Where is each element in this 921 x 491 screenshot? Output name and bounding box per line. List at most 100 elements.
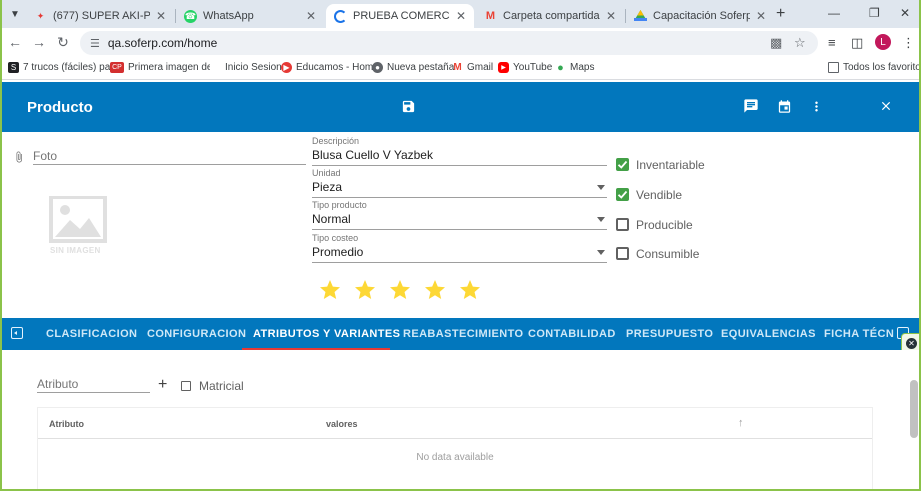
close-window-icon[interactable]: ✕: [900, 6, 910, 20]
rating-star-icon[interactable]: [388, 278, 412, 302]
profile-avatar[interactable]: L: [875, 34, 891, 50]
consumible-label: Consumible: [636, 247, 700, 261]
back-icon[interactable]: ←: [6, 34, 24, 50]
atributo-input[interactable]: Atributo: [37, 377, 150, 393]
whatsapp-icon: ☎: [184, 9, 197, 23]
paperclip-icon[interactable]: [13, 149, 25, 168]
save-icon[interactable]: [398, 96, 418, 116]
globe-icon: ●: [372, 62, 383, 73]
tab-contabilidad[interactable]: CONTABILIDAD: [528, 328, 616, 340]
browser-tab-whatsapp[interactable]: ☎ WhatsApp ✕: [176, 4, 324, 28]
bookmark-gmail[interactable]: M Gmail: [452, 62, 493, 73]
tab-clasificacion[interactable]: CLASIFICACION: [46, 328, 137, 340]
bookmark-educamos-icon: ▶: [281, 62, 292, 73]
tab-atributos-y-variantes[interactable]: ATRIBUTOS Y VARIANTES: [253, 328, 400, 340]
reading-list-icon[interactable]: ≡: [828, 35, 836, 50]
tipo-costeo-label: Tipo costeo: [312, 233, 359, 243]
comments-icon[interactable]: [741, 96, 761, 116]
section-tab-bar: CLASIFICACION CONFIGURACION ATRIBUTOS Y …: [0, 318, 921, 350]
bookmark-primera-imagen[interactable]: CP Primera imagen de...: [110, 62, 221, 73]
add-icon[interactable]: +: [158, 376, 167, 394]
gmail-icon: M: [453, 62, 462, 73]
matricial-checkbox[interactable]: [181, 381, 191, 391]
tipo-costeo-select[interactable]: Promedio: [312, 245, 607, 263]
product-form: Foto SIN IMAGEN Descripción Blusa Cuello…: [0, 132, 921, 318]
close-icon[interactable]: ✕: [756, 9, 766, 23]
tab-equivalencias[interactable]: EQUIVALENCIAS: [721, 328, 816, 340]
browser-tab-prueba[interactable]: PRUEBA COMERCIALIZADO ✕: [326, 4, 474, 28]
maps-pin-icon: ●: [557, 61, 564, 74]
unidad-label: Unidad: [312, 168, 341, 178]
unidad-select[interactable]: Pieza: [312, 180, 607, 198]
youtube-icon: ▶: [498, 62, 509, 73]
all-bookmarks[interactable]: Todos los favoritos: [828, 62, 921, 73]
tipo-producto-label: Tipo producto: [312, 200, 367, 210]
restore-icon[interactable]: ❐: [869, 6, 880, 20]
site-info-icon[interactable]: ☰: [90, 37, 100, 50]
bookmarks-bar: S 7 trucos (fáciles) par... CP Primera i…: [0, 58, 921, 80]
close-icon[interactable]: ✕: [456, 9, 466, 23]
unidad-caret-icon[interactable]: [597, 185, 605, 190]
browser-tab-capacitacion[interactable]: Capacitación Soferp - Goog ✕: [626, 4, 774, 28]
bookmark-educamos[interactable]: ▶ Educamos - Home: [281, 62, 379, 73]
address-bar[interactable]: ☰ qa.soferp.com/home ▩ ☆: [80, 31, 818, 55]
consumible-checkbox[interactable]: [616, 247, 629, 260]
tipo-costeo-caret-icon[interactable]: [597, 250, 605, 255]
attributes-panel: Atributo + Matricial Atributo valores ↑ …: [0, 350, 921, 491]
bookmark-youtube[interactable]: ▶ YouTube: [498, 62, 552, 73]
close-icon[interactable]: ✕: [606, 9, 616, 23]
browser-tab-super-aki[interactable]: ✦ (677) SUPER AKI-PROYECTO ✕: [26, 4, 174, 28]
minimize-icon[interactable]: —: [828, 6, 840, 20]
drive-icon: [634, 10, 647, 23]
menu-kebab-icon[interactable]: ⋮: [902, 35, 915, 51]
producible-checkbox[interactable]: [616, 218, 629, 231]
new-tab-icon[interactable]: +: [776, 5, 785, 23]
side-panel-icon[interactable]: ◫: [851, 35, 863, 51]
attributes-table: Atributo valores ↑ No data available: [37, 407, 873, 491]
app-header: Producto: [0, 82, 921, 132]
more-vert-icon[interactable]: [806, 96, 826, 116]
reload-icon[interactable]: ↻: [54, 34, 72, 51]
column-header-valores[interactable]: valores: [326, 419, 358, 429]
descripcion-input[interactable]: Blusa Cuello V Yazbek: [312, 148, 607, 166]
calendar-icon[interactable]: [774, 96, 794, 116]
vendible-checkbox[interactable]: [616, 188, 629, 201]
rating-star-icon[interactable]: [423, 278, 447, 302]
tipo-producto-select[interactable]: Normal: [312, 212, 607, 230]
tab-presupuesto[interactable]: PRESUPUESTO: [626, 328, 713, 340]
empty-state-message: No data available: [416, 452, 494, 463]
bookmark-maps[interactable]: ● Maps: [555, 61, 594, 74]
rating-star-icon[interactable]: [353, 278, 377, 302]
sort-arrow-up-icon[interactable]: ↑: [738, 417, 744, 429]
tabs-scroll-left-icon[interactable]: [11, 327, 23, 339]
tab-reabastecimiento[interactable]: REABASTECIMIENTO: [403, 328, 523, 340]
forward-icon[interactable]: →: [30, 34, 48, 50]
tipo-producto-caret-icon[interactable]: [597, 217, 605, 222]
bookmark-7-trucos[interactable]: S 7 trucos (fáciles) par...: [8, 62, 121, 73]
close-icon[interactable]: [876, 96, 896, 116]
foto-input[interactable]: Foto: [33, 149, 306, 165]
browser-tab-carpeta[interactable]: M Carpeta compartida contigo ✕: [476, 4, 624, 28]
browser-toolbar: ← → ↻ ☰ qa.soferp.com/home ▩ ☆ ≡ ◫ L ⋮: [0, 28, 921, 58]
folder-icon: [828, 62, 839, 73]
inventariable-checkbox[interactable]: [616, 158, 629, 171]
close-icon[interactable]: ✕: [306, 9, 316, 23]
inventariable-label: Inventariable: [636, 158, 705, 172]
close-icon[interactable]: ✕: [156, 9, 166, 23]
page-scrollbar[interactable]: [910, 380, 918, 438]
bookmark-nueva-pestana[interactable]: ● Nueva pestaña: [372, 62, 454, 73]
column-header-atributo[interactable]: Atributo: [49, 419, 84, 429]
tab-ficha-tecnica[interactable]: FICHA TÉCN: [824, 328, 894, 340]
bookmark-star-icon[interactable]: ☆: [794, 35, 806, 51]
vendible-label: Vendible: [636, 188, 683, 202]
bookmark-cp-icon: CP: [110, 62, 124, 73]
rating-star-icon[interactable]: [318, 278, 342, 302]
rating-star-icon[interactable]: [458, 278, 482, 302]
tab-configuracion[interactable]: CONFIGURACION: [147, 328, 246, 340]
close-circle-icon[interactable]: ✕: [906, 338, 917, 349]
tab-search-dropdown[interactable]: ▼: [6, 5, 24, 23]
bookmark-s-icon: S: [8, 62, 19, 73]
producible-label: Producible: [636, 218, 693, 232]
bookmark-inicio-sesion[interactable]: Inicio Sesion: [210, 62, 282, 73]
cast-icon[interactable]: ▩: [770, 35, 782, 51]
